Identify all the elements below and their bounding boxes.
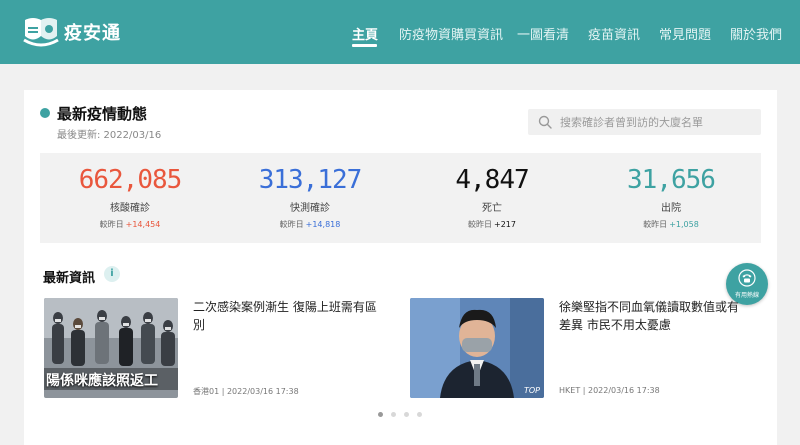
stat-value: 662,085 [78, 165, 183, 195]
info-icon[interactable]: i [104, 266, 120, 282]
stats-panel: 662,085 核酸確診 較昨日 +14,454 313,127 快測確診 較昨日… [40, 153, 761, 243]
last-updated: 最後更新: 2022/03/16 [57, 130, 162, 141]
news-thumbnail[interactable]: 陽係咪應該照返工 [44, 298, 178, 398]
hotline-label: 有用熱線 [734, 292, 759, 299]
search-input[interactable] [560, 109, 756, 135]
carousel-dot[interactable] [417, 412, 422, 417]
brand-logo[interactable]: 疫安通 [22, 16, 121, 48]
news-section-title: 最新資訊 [43, 271, 96, 286]
nav-home[interactable]: 主頁 [352, 24, 378, 43]
carousel-dot[interactable] [404, 412, 409, 417]
dashboard-card: 最新疫情動態 最後更新: 2022/03/16 662,085 核酸確診 較昨日… [24, 90, 777, 445]
nav-infographic[interactable]: 一圖看清 [517, 24, 569, 43]
search-icon [538, 115, 552, 129]
news-photo-speaker [410, 298, 544, 398]
stat-label: 核酸確診 [110, 203, 150, 214]
stat-label: 死亡 [482, 203, 502, 214]
hotline-button[interactable]: 有用熱線 [726, 263, 768, 305]
top-header: 疫安通 主頁 防疫物資購買資訊 一圖看清 疫苗資訊 常見問題 關於我們 [0, 0, 800, 64]
thumbnail-caption: 陽係咪應該照返工 [46, 373, 158, 389]
nav-active-indicator [352, 44, 377, 47]
carousel-dot[interactable] [378, 412, 383, 417]
news-thumbnail[interactable]: TOP [410, 298, 544, 398]
nav-vaccine[interactable]: 疫苗資訊 [588, 24, 640, 43]
stat-rat-confirmed: 313,127 快測確診 較昨日 +14,818 [220, 153, 400, 243]
news-meta: HKET | 2022/03/16 17:38 [559, 386, 660, 395]
news-headline[interactable]: 二次感染案例漸生 復陽上班需有區別 [193, 298, 383, 334]
news-item[interactable]: 陽係咪應該照返工 二次感染案例漸生 復陽上班需有區別 香港01 | 2022/0… [44, 298, 384, 398]
thumbnail-watermark: TOP [523, 386, 540, 395]
stat-deaths: 4,847 死亡 較昨日 +217 [402, 153, 582, 243]
phone-icon [738, 269, 756, 287]
stat-diff: 較昨日 +14,818 [279, 220, 341, 229]
carousel-dot[interactable] [391, 412, 396, 417]
stat-diff: 較昨日 +14,454 [99, 220, 161, 229]
nav-supplies[interactable]: 防疫物資購買資訊 [399, 24, 503, 43]
news-item[interactable]: TOP 徐樂堅指不同血氧儀讀取數值或有差異 市民不用太憂慮 HKET | 202… [410, 298, 750, 398]
news-headline[interactable]: 徐樂堅指不同血氧儀讀取數值或有差異 市民不用太憂慮 [559, 298, 749, 334]
brand-name: 疫安通 [64, 23, 121, 44]
stat-value: 31,656 [627, 165, 716, 195]
stat-value: 313,127 [258, 165, 363, 195]
mask-logo-icon [23, 18, 59, 47]
stat-label: 出院 [661, 203, 681, 214]
nav-about[interactable]: 關於我們 [730, 24, 782, 43]
stat-pcr-confirmed: 662,085 核酸確診 較昨日 +14,454 [40, 153, 220, 243]
stat-discharged: 31,656 出院 較昨日 +1,058 [581, 153, 761, 243]
nav-faq[interactable]: 常見問題 [659, 24, 711, 43]
latest-status-title: 最新疫情動態 [57, 105, 148, 123]
stat-diff: 較昨日 +1,058 [643, 220, 699, 229]
stat-value: 4,847 [455, 165, 529, 195]
section-dot-icon [40, 108, 50, 118]
building-search[interactable] [528, 109, 761, 135]
stat-diff: 較昨日 +217 [468, 220, 516, 229]
stat-label: 快測確診 [290, 203, 330, 214]
news-meta: 香港01 | 2022/03/16 17:38 [193, 387, 299, 396]
